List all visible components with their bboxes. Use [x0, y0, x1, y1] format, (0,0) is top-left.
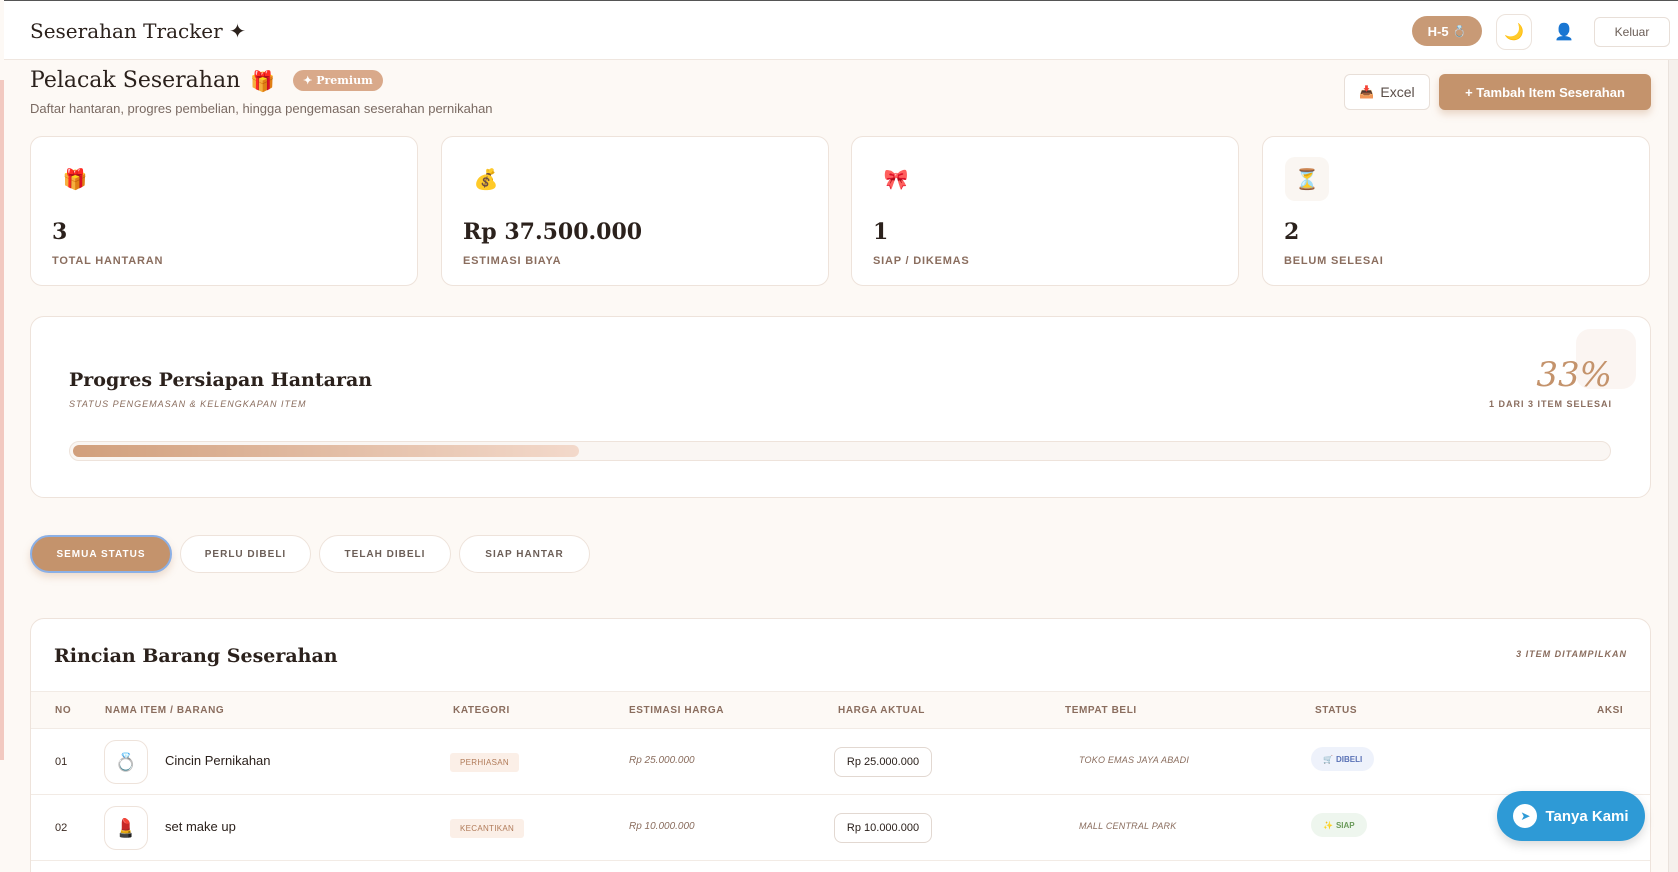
column-header: KATEGORI	[453, 705, 510, 716]
logout-button[interactable]: Keluar	[1594, 17, 1670, 47]
telegram-icon: ➤	[1513, 804, 1538, 828]
profile-button[interactable]: 👤	[1546, 14, 1582, 50]
items-table-card: Rincian Barang Seserahan 3 ITEM DITAMPIL…	[30, 618, 1651, 872]
download-icon: 📥	[1359, 85, 1375, 99]
column-header: NO	[55, 705, 72, 716]
status-badge[interactable]: ✨ SIAP	[1311, 813, 1367, 837]
column-header: NAMA ITEM / BARANG	[105, 705, 225, 716]
shop-name: TOKO EMAS JAYA ABADI	[1079, 755, 1190, 765]
chat-label: Tanya Kami	[1545, 807, 1629, 825]
status-badge[interactable]: 🛒 DIBELI	[1311, 747, 1375, 771]
theme-toggle-button[interactable]: 🌙	[1496, 14, 1532, 50]
premium-badge: ✦ Premium	[293, 70, 383, 91]
actual-price-input[interactable]: Rp 10.000.000	[834, 813, 932, 843]
status-text: SIAP	[1335, 820, 1355, 830]
table-row[interactable]: 01 💍 Cincin Pernikahan PERHIASAN Rp 25.0…	[31, 729, 1650, 795]
shop-name: MALL CENTRAL PARK	[1079, 821, 1177, 831]
column-header: TEMPAT BELI	[1065, 705, 1137, 716]
stat-value: 1	[873, 219, 889, 245]
actual-price-input[interactable]: Rp 25.000.000	[834, 747, 932, 777]
ring-icon: 💍	[1452, 25, 1467, 38]
stat-card-cost: 💰 Rp 37.500.000 ESTIMASI BIAYA	[441, 136, 829, 286]
scrollbar[interactable]	[1668, 0, 1678, 872]
filter-bought[interactable]: TELAH DIBELI	[319, 535, 451, 573]
stat-card-pending: ⏳ 2 BELUM SELESAI	[1262, 136, 1650, 286]
gift-icon: 🎁	[62, 168, 88, 191]
left-edge	[0, 80, 4, 760]
moon-icon: 🌙	[1504, 24, 1524, 41]
sparkle-icon: ✨	[1323, 820, 1333, 830]
stat-value: Rp 37.500.000	[463, 219, 643, 245]
stat-label: SIAP / DIKEMAS	[873, 255, 970, 267]
page-title: Pelacak Seserahan 🎁 ✦ Premium	[30, 68, 383, 93]
category-badge: PERHIASAN	[450, 753, 519, 772]
countdown-badge[interactable]: H-5 💍	[1412, 16, 1482, 46]
user-icon: 👤	[1554, 24, 1574, 41]
chat-button[interactable]: ➤ Tanya Kami	[1497, 791, 1645, 841]
column-header: ESTIMASI HARGA	[629, 705, 725, 716]
progress-title: Progres Persiapan Hantaran	[69, 369, 373, 391]
row-number: 01	[55, 756, 68, 768]
ribbon-icon: 🎀	[883, 168, 909, 191]
cart-icon: 🛒	[1323, 754, 1333, 764]
progress-subtitle: STATUS PENGEMASAN & KELENGKAPAN ITEM	[69, 399, 307, 409]
add-item-button[interactable]: + Tambah Item Seserahan	[1439, 74, 1651, 110]
estimate-price: Rp 10.000.000	[629, 821, 695, 832]
brand-title: Seserahan Tracker ✦	[30, 19, 246, 43]
hourglass-icon: ⏳	[1285, 157, 1329, 201]
item-name: set make up	[165, 819, 236, 834]
stat-card-ready: 🎀 1 SIAP / DIKEMAS	[851, 136, 1239, 286]
progress-card: Progres Persiapan Hantaran STATUS PENGEM…	[30, 316, 1651, 498]
stat-label: BELUM SELESAI	[1284, 255, 1384, 267]
ring-icon: 💍	[104, 740, 148, 784]
page-subtitle: Daftar hantaran, progres pembelian, hing…	[30, 101, 493, 116]
table-header: NO NAMA ITEM / BARANG KATEGORI ESTIMASI …	[31, 691, 1650, 729]
countdown-text: H-5	[1427, 23, 1449, 39]
status-text: DIBELI	[1335, 754, 1363, 764]
estimate-price: Rp 25.000.000	[629, 755, 695, 766]
money-bag-icon: 💰	[473, 168, 499, 191]
table-title: Rincian Barang Seserahan	[54, 645, 338, 667]
top-bar: Seserahan Tracker ✦ H-5 💍 🌙 👤 Keluar	[4, 0, 1678, 60]
lipstick-icon: 💄	[104, 806, 148, 850]
stat-value: 3	[52, 219, 68, 245]
stat-label: ESTIMASI BIAYA	[463, 255, 562, 267]
category-badge: KECANTIKAN	[450, 819, 525, 838]
gift-icon: 🎁	[250, 68, 276, 93]
progress-fill	[73, 445, 579, 457]
progress-track	[69, 441, 1611, 461]
filter-all-status[interactable]: SEMUA STATUS	[30, 535, 172, 573]
excel-label: Excel	[1380, 84, 1415, 100]
item-name: Cincin Pernikahan	[165, 753, 271, 768]
export-excel-button[interactable]: 📥 Excel	[1344, 74, 1430, 110]
column-header: HARGA AKTUAL	[838, 705, 926, 716]
progress-detail: 1 DARI 3 ITEM SELESAI	[1488, 399, 1612, 409]
stat-card-total: 🎁 3 TOTAL HANTARAN	[30, 136, 418, 286]
page-title-text: Pelacak Seserahan	[30, 68, 241, 93]
progress-percent: 33%	[1536, 355, 1612, 395]
filter-ready[interactable]: SIAP HANTAR	[459, 535, 590, 573]
row-number: 02	[55, 822, 68, 834]
column-header: AKSI	[1597, 705, 1624, 716]
column-header: STATUS	[1315, 705, 1358, 716]
table-count: 3 ITEM DITAMPILKAN	[1516, 649, 1627, 659]
filter-need-to-buy[interactable]: PERLU DIBELI	[180, 535, 311, 573]
table-row[interactable]: 02 💄 set make up KECANTIKAN Rp 10.000.00…	[31, 795, 1650, 861]
stat-label: TOTAL HANTARAN	[52, 255, 164, 267]
stat-value: 2	[1284, 219, 1300, 245]
